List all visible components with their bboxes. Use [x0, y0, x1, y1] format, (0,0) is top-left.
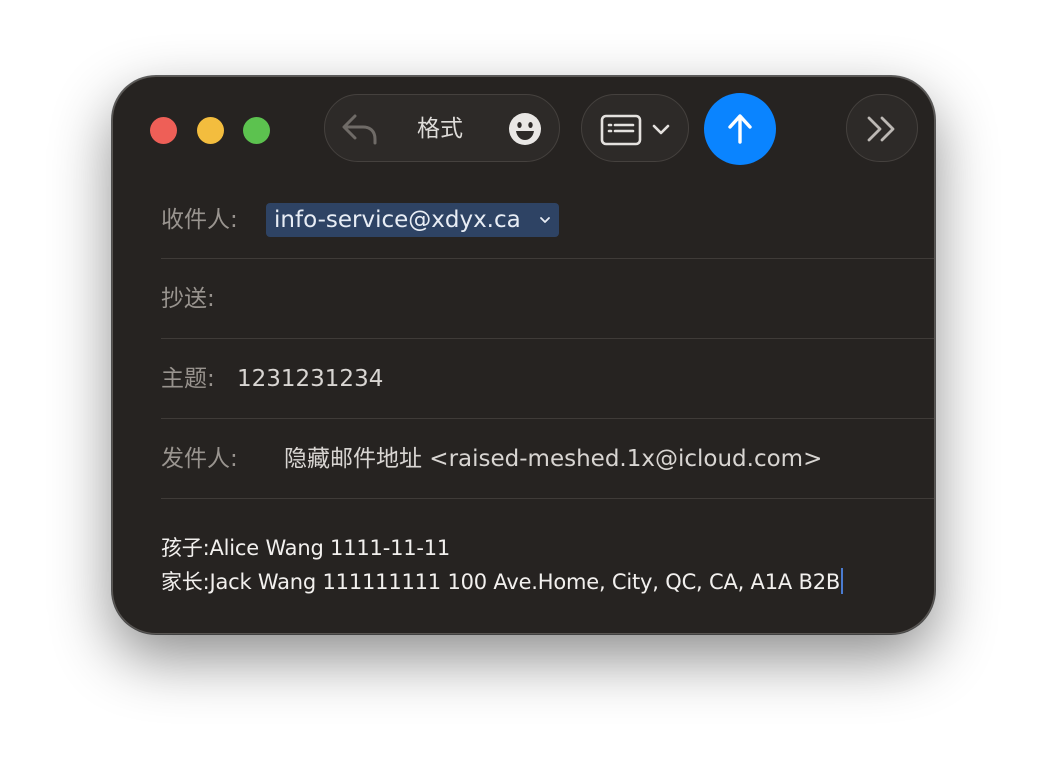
send-arrow-icon — [728, 114, 752, 144]
subject-input[interactable]: 1231231234 — [237, 365, 383, 393]
emoji-icon[interactable] — [507, 111, 543, 147]
reply-icon[interactable] — [341, 112, 379, 146]
format-button[interactable]: 格式 — [417, 115, 463, 143]
header-fields-menu[interactable] — [581, 94, 689, 162]
toolbar-format-group: 格式 — [324, 94, 560, 162]
text-cursor — [841, 568, 844, 594]
compose-window: 格式 收件人: info-service@xdyx.ca 抄送: 主题: 123… — [112, 76, 935, 634]
to-recipient-token[interactable]: info-service@xdyx.ca — [266, 203, 559, 237]
close-window-button[interactable] — [150, 117, 177, 144]
header-fields-icon — [600, 114, 642, 146]
chevron-down-icon — [540, 217, 550, 223]
to-label: 收件人: — [161, 207, 238, 233]
toolbar-overflow-button[interactable] — [846, 94, 918, 162]
cc-input[interactable] — [237, 277, 927, 321]
divider — [161, 258, 934, 259]
body-line: 孩子:Alice Wang 1111-11-11 — [161, 536, 451, 560]
cc-label: 抄送: — [161, 286, 215, 312]
from-label: 发件人: — [161, 446, 238, 472]
subject-label: 主题: — [161, 366, 215, 392]
minimize-window-button[interactable] — [197, 117, 224, 144]
maximize-window-button[interactable] — [243, 117, 270, 144]
body-line: 家长:Jack Wang 111111111 100 Ave.Home, Cit… — [161, 568, 844, 596]
divider — [161, 498, 934, 499]
to-recipient-address: info-service@xdyx.ca — [274, 207, 521, 233]
chevron-down-icon — [650, 122, 672, 138]
forward-icon — [865, 115, 901, 143]
from-address-select[interactable]: 隐藏邮件地址 <raised-meshed.1x@icloud.com> — [284, 445, 822, 473]
divider — [161, 418, 934, 419]
send-button[interactable] — [704, 93, 776, 165]
divider — [161, 338, 934, 339]
